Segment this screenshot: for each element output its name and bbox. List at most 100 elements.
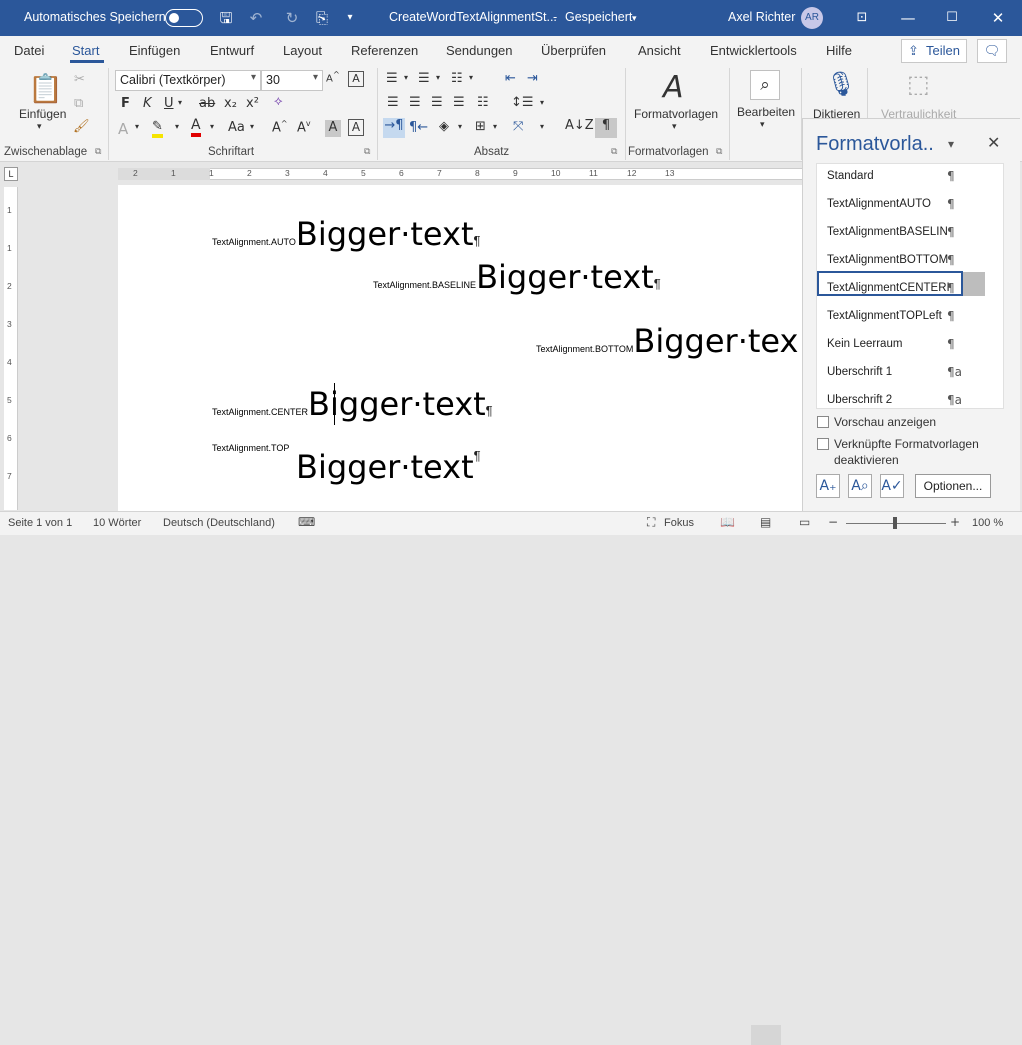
copy-icon[interactable]: ⧉ [74, 96, 83, 111]
doc-line-top[interactable]: Bigger·text¶ [296, 448, 481, 486]
character-shading-icon[interactable]: A [325, 120, 341, 137]
paste-button-label[interactable]: Einfügen [19, 107, 66, 121]
tab-datei[interactable]: Datei [14, 43, 44, 58]
change-case-dropdown-icon[interactable]: ▾ [250, 122, 254, 131]
doc-line-bottom[interactable]: TextAlignment.BOTTOMBigger·tex [536, 322, 798, 360]
italic-icon[interactable]: K [143, 96, 152, 111]
focus-label[interactable]: Fokus [664, 517, 694, 529]
pane-options-dropdown-icon[interactable]: ▾ [948, 137, 954, 151]
zoom-level[interactable]: 100 % [972, 517, 1003, 529]
zoom-out-icon[interactable]: − [828, 515, 838, 529]
focus-icon[interactable]: ⛶ [647, 515, 655, 530]
close-icon[interactable]: ✕ [975, 0, 1021, 36]
autosave-toggle[interactable] [165, 9, 203, 27]
undo-icon[interactable]: ↶ [246, 8, 266, 28]
ltr-icon[interactable]: →¶ [383, 118, 405, 138]
tab-sendungen[interactable]: Sendungen [446, 43, 513, 58]
share-button[interactable]: ⇪ Teilen [901, 39, 967, 63]
character-border-icon[interactable]: A [348, 119, 364, 136]
doc-line-auto[interactable]: TextAlignment.AUTOBigger·text¶ [212, 215, 481, 253]
zoom-in-icon[interactable]: + [950, 515, 960, 529]
borders-icon[interactable]: ⊞ [475, 119, 486, 134]
comments-button[interactable]: 🗨 [977, 39, 1007, 63]
text-effects-icon[interactable]: A [118, 120, 128, 138]
style-dropdown-button[interactable] [963, 272, 985, 296]
doc-line-top-small[interactable]: TextAlignment.TOP [212, 440, 289, 454]
format-painter-icon[interactable]: 🖌 [73, 119, 90, 134]
editing-button-label[interactable]: Bearbeiten [737, 105, 795, 119]
bullets-icon[interactable]: ☰ [386, 71, 398, 86]
style-item[interactable]: Standard ¶ [817, 164, 1003, 191]
asian-layout-dropdown-icon[interactable]: ▾ [540, 122, 544, 131]
font-size-combo[interactable]: 30 ▾ [261, 70, 323, 91]
linked-styles-checkbox[interactable] [817, 438, 829, 450]
rtl-icon[interactable]: ¶← [409, 120, 428, 135]
show-formatting-marks-icon[interactable]: ¶ [595, 118, 617, 138]
font-name-combo[interactable]: Calibri (Textkörper) ▾ [115, 70, 261, 91]
numbering-dropdown-icon[interactable]: ▾ [436, 73, 440, 82]
font-color-icon[interactable]: A [191, 118, 201, 137]
customize-toolbar-icon[interactable]: ▾ [340, 8, 360, 28]
distributed-icon[interactable]: ☷ [477, 95, 489, 110]
editing-dropdown-icon[interactable]: ▾ [760, 120, 765, 130]
underline-dropdown-icon[interactable]: ▾ [178, 98, 182, 107]
avatar[interactable]: AR [801, 7, 823, 29]
line-spacing-dropdown-icon[interactable]: ▾ [540, 98, 544, 107]
shading-dropdown-icon[interactable]: ▾ [458, 122, 462, 131]
paste-dropdown-icon[interactable]: ▾ [37, 122, 42, 132]
borders-dropdown-icon[interactable]: ▾ [493, 122, 497, 131]
doc-line-baseline[interactable]: TextAlignment.BASELINEBigger·text¶ [373, 258, 661, 296]
highlight-dropdown-icon[interactable]: ▾ [175, 122, 179, 131]
ribbon-display-icon[interactable]: ⊡ [839, 0, 885, 36]
clipboard-launcher-icon[interactable]: ⧉ [95, 147, 101, 157]
grow-font-icon[interactable]: A^ [326, 69, 340, 84]
decrease-indent-icon[interactable]: ⇤ [505, 71, 516, 86]
close-icon[interactable]: ✕ [987, 133, 1000, 152]
multilevel-list-icon[interactable]: ☷ [451, 71, 463, 86]
style-item[interactable]: TextAlignmentTOPLeft ¶ [817, 303, 1003, 331]
styles-button-label[interactable]: Formatvorlagen [634, 107, 718, 121]
cut-icon[interactable]: ✂ [74, 72, 85, 87]
align-left-icon[interactable]: ☰ [387, 95, 399, 110]
font-color-dropdown-icon[interactable]: ▾ [210, 122, 214, 131]
microphone-icon[interactable]: 🎙 [826, 70, 856, 98]
paragraph-launcher-icon[interactable]: ⧉ [611, 147, 617, 157]
style-item[interactable]: TextAlignmentBASELIN ¶ [817, 219, 1003, 247]
asian-layout-icon[interactable]: ⤧ [513, 119, 523, 134]
subscript-icon[interactable]: x₂ [224, 96, 237, 111]
user-name[interactable]: Axel Richter [728, 10, 795, 24]
bullets-dropdown-icon[interactable]: ▾ [404, 73, 408, 82]
multilevel-dropdown-icon[interactable]: ▾ [469, 73, 473, 82]
accessibility-icon[interactable]: ⌨ [298, 515, 315, 529]
print-layout-icon[interactable]: ▤ [760, 515, 771, 529]
web-layout-icon[interactable]: ▭ [799, 515, 810, 529]
font-launcher-icon[interactable]: ⧉ [364, 147, 370, 157]
doc-line-center[interactable]: TextAlignment.CENTERBigger·text¶ [212, 385, 493, 423]
paste-icon[interactable]: 📋 [28, 72, 63, 105]
redo-icon[interactable]: ↻ [282, 8, 302, 28]
styles-dropdown-icon[interactable]: ▾ [672, 122, 677, 132]
search-icon[interactable]: ⌕ [750, 70, 780, 100]
minimize-icon[interactable]: — [885, 0, 931, 36]
preview-checkbox[interactable] [817, 416, 829, 428]
shrink-font-icon[interactable]: Av [297, 119, 311, 135]
zoom-slider-thumb[interactable] [893, 517, 897, 529]
style-item[interactable]: Kein Leerraum ¶ [817, 331, 1003, 359]
align-right-icon[interactable]: ☰ [431, 95, 443, 110]
shading-icon[interactable]: ◈ [439, 119, 449, 134]
style-inspector-button[interactable]: A⌕ [848, 474, 872, 498]
style-item[interactable]: Überschrift 2 ¶a [817, 387, 1003, 408]
tab-start[interactable]: Start [72, 43, 99, 58]
tab-entwurf[interactable]: Entwurf [210, 43, 254, 58]
vertical-ruler[interactable]: 1 1 2 3 4 5 6 7 [4, 187, 18, 510]
superscript-icon[interactable]: x² [246, 96, 259, 111]
maximize-icon[interactable]: ☐ [929, 0, 975, 36]
page-count[interactable]: Seite 1 von 1 [8, 517, 72, 529]
manage-styles-button[interactable]: A✓ [880, 474, 904, 498]
style-item[interactable]: Überschrift 1 ¶a [817, 359, 1003, 387]
numbering-icon[interactable]: ☰ [418, 71, 430, 86]
increase-indent-icon[interactable]: ⇥ [527, 71, 538, 86]
read-mode-icon[interactable]: 📖 [720, 515, 735, 529]
clear-formatting-icon[interactable]: A [348, 71, 364, 87]
sort-icon[interactable]: A↓Z [565, 118, 594, 133]
